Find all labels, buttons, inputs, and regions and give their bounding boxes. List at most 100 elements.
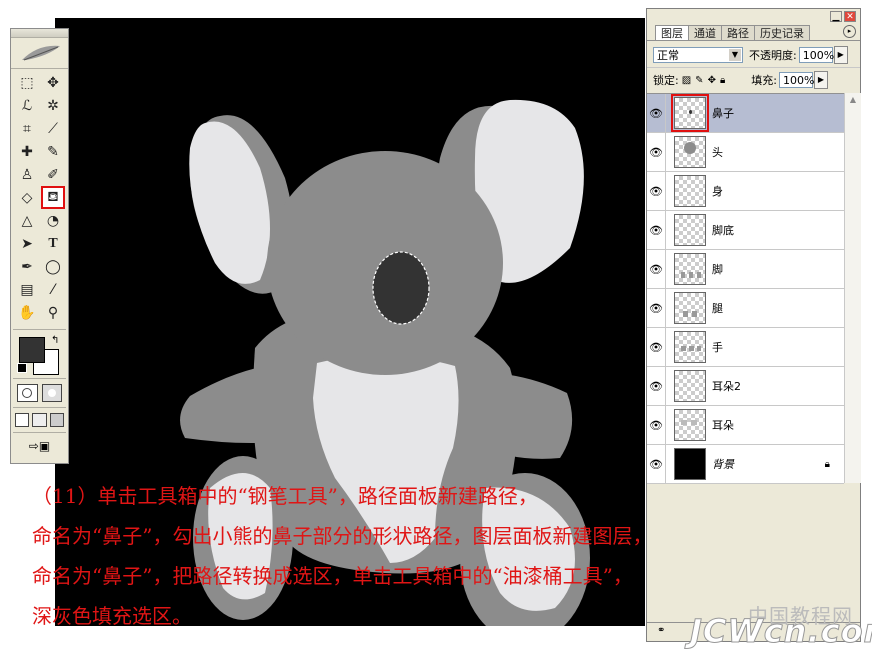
- history-brush-icon[interactable]: ✐: [41, 163, 65, 186]
- layers-panel-title-bar[interactable]: ▁ ✕: [647, 9, 860, 25]
- layer-thumbnail: [674, 136, 706, 168]
- layer-thumbnail: [674, 409, 706, 441]
- layer-name: 脚底: [712, 224, 734, 237]
- ellipse-icon[interactable]: ◯: [41, 255, 65, 278]
- layer-name: 脚: [712, 263, 723, 276]
- screen-mode-standard-icon[interactable]: [15, 413, 30, 427]
- tab-layers[interactable]: 图层: [655, 25, 689, 40]
- screen-mode-full-icon[interactable]: [49, 413, 64, 427]
- minimize-icon[interactable]: ▁: [830, 11, 842, 22]
- layers-list: 👁︎ 鼻子 👁︎ 头 👁︎ 身 👁︎ 脚底 👁︎ 脚 👁︎ 腿 👁︎ 手 👁︎ …: [647, 93, 844, 484]
- opacity-arrow-button[interactable]: ▶: [833, 46, 848, 64]
- magic-wand-icon[interactable]: ✲: [41, 94, 65, 117]
- dodge-icon[interactable]: ◔: [41, 209, 65, 232]
- fill-label: 填充:: [751, 74, 777, 87]
- layer-row[interactable]: 👁︎ 鼻子: [647, 94, 844, 133]
- type-icon[interactable]: T: [41, 232, 65, 255]
- layer-name: 身: [712, 185, 723, 198]
- swap-colors-icon[interactable]: ↰: [51, 335, 59, 346]
- panel-tabs: 图层 通道 路径 历史记录 ▸: [647, 25, 860, 41]
- tab-channels[interactable]: 通道: [688, 25, 722, 40]
- layers-scrollbar[interactable]: ▲: [844, 93, 861, 483]
- eye-icon[interactable]: 👁︎: [647, 328, 666, 366]
- eye-icon[interactable]: 👁︎: [647, 250, 666, 288]
- eye-icon[interactable]: 👁︎: [647, 133, 666, 171]
- crop-icon[interactable]: ⌗: [15, 117, 39, 140]
- layer-name: 耳朵: [712, 419, 734, 432]
- caption-line: 命名为“鼻子”，把路径转换成选区，单击工具箱中的“油漆桶工具”，: [32, 564, 633, 588]
- toolbox-panel: ⬚ ✥ ℒ ✲ ⌗ ⟋ ✚ ✎ ♙ ✐ ◇ ⛾ △ ◔ ➤ T ✒ ◯ ▤ ⁄ …: [10, 28, 69, 464]
- layer-thumbnail: [674, 175, 706, 207]
- layer-row[interactable]: 👁︎ 脚: [647, 250, 844, 289]
- layer-thumbnail: [674, 292, 706, 324]
- scroll-up-icon[interactable]: ▲: [845, 93, 861, 107]
- caption-line: （11）单击工具箱中的“钢笔工具”，路径面板新建路径，: [32, 484, 538, 508]
- opacity-field[interactable]: 100%: [798, 47, 834, 63]
- eraser-icon[interactable]: ◇: [15, 186, 39, 209]
- chevron-down-icon: ▼: [729, 49, 741, 61]
- left-arm: [180, 362, 324, 443]
- blend-mode-select[interactable]: 正常 ▼: [653, 47, 743, 63]
- lock-all-icon[interactable]: 🔒︎: [720, 75, 725, 86]
- slice-icon[interactable]: ⟋: [41, 117, 65, 140]
- eyedropper-icon[interactable]: ⁄: [41, 278, 65, 301]
- layer-row[interactable]: 👁︎ 耳朵2: [647, 367, 844, 406]
- fill-arrow-button[interactable]: ▶: [814, 71, 828, 89]
- foreground-color-swatch-top: [19, 337, 45, 363]
- nose-selection: [372, 251, 430, 325]
- screen-mode-menu-icon[interactable]: [32, 413, 47, 427]
- jump-to-imageready-icon[interactable]: ⇨▣: [11, 436, 68, 456]
- lock-label: 锁定:: [653, 74, 679, 87]
- blur-icon[interactable]: △: [15, 209, 39, 232]
- quick-mask-icon[interactable]: [41, 384, 62, 402]
- lock-transparency-icon[interactable]: ▨: [682, 75, 691, 86]
- eye-icon[interactable]: 👁︎: [647, 94, 666, 132]
- layer-row[interactable]: 👁︎ 腿: [647, 289, 844, 328]
- paint-bucket-icon[interactable]: ⛾: [41, 186, 65, 209]
- layer-name: 手: [712, 341, 723, 354]
- layer-row[interactable]: 👁︎ 耳朵: [647, 406, 844, 445]
- tab-paths[interactable]: 路径: [721, 25, 755, 40]
- layer-row[interactable]: 👁︎ 头: [647, 133, 844, 172]
- healing-brush-icon[interactable]: ✚: [15, 140, 39, 163]
- layer-name: 腿: [712, 302, 723, 315]
- lock-pixels-icon[interactable]: ✎: [695, 75, 703, 86]
- hand-icon[interactable]: ✋: [15, 301, 39, 324]
- marquee-icon[interactable]: ⬚: [15, 71, 39, 94]
- lock-position-icon[interactable]: ✥: [708, 75, 716, 86]
- lasso-icon[interactable]: ℒ: [15, 94, 39, 117]
- layer-name: 鼻子: [712, 107, 734, 120]
- lock-icon: 🔒︎: [824, 458, 830, 470]
- layer-row[interactable]: 👁︎ 身: [647, 172, 844, 211]
- pen-icon[interactable]: ✒: [15, 255, 39, 278]
- layer-thumbnail: [674, 253, 706, 285]
- layer-name: 耳朵2: [712, 380, 741, 393]
- tab-history[interactable]: 历史记录: [754, 25, 810, 40]
- eye-icon[interactable]: 👁︎: [647, 406, 666, 444]
- notes-icon[interactable]: ▤: [15, 278, 39, 301]
- eye-icon[interactable]: 👁︎: [647, 211, 666, 249]
- panel-menu-icon[interactable]: ▸: [843, 25, 856, 38]
- fill-field[interactable]: 100%: [779, 72, 814, 88]
- color-swatches: ↰: [11, 333, 68, 375]
- eye-icon[interactable]: 👁︎: [647, 289, 666, 327]
- brush-icon[interactable]: ✎: [41, 140, 65, 163]
- layer-thumbnail: [671, 94, 709, 132]
- toolbox-title-bar[interactable]: [11, 29, 68, 38]
- eye-icon[interactable]: 👁︎: [647, 172, 666, 210]
- layer-row[interactable]: 👁︎ 脚底: [647, 211, 844, 250]
- watermark-logo: JCWcn.com: [690, 612, 872, 650]
- clone-stamp-icon[interactable]: ♙: [15, 163, 39, 186]
- zoom-icon[interactable]: ⚲: [41, 301, 65, 324]
- layer-thumbnail: [674, 331, 706, 363]
- layer-row[interactable]: 👁︎ 手: [647, 328, 844, 367]
- layer-thumbnail: [674, 214, 706, 246]
- eye-icon[interactable]: 👁︎: [647, 367, 666, 405]
- default-colors-icon[interactable]: [17, 363, 27, 373]
- opacity-label: 不透明度:: [749, 49, 797, 62]
- standard-mode-icon[interactable]: [17, 384, 38, 402]
- path-select-icon[interactable]: ➤: [15, 232, 39, 255]
- close-icon[interactable]: ✕: [844, 11, 856, 22]
- photoshop-feather-logo[interactable]: [11, 38, 68, 69]
- move-icon[interactable]: ✥: [41, 71, 65, 94]
